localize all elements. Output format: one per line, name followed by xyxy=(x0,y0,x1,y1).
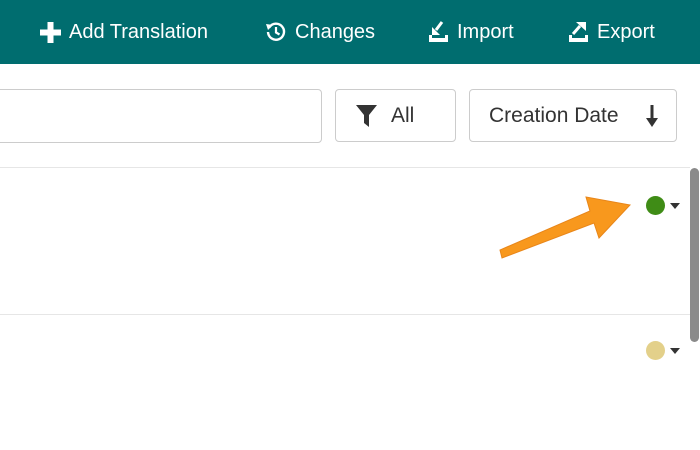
filter-icon xyxy=(356,104,377,127)
arrow-down-icon xyxy=(646,105,658,127)
caret-down-icon xyxy=(670,347,680,354)
top-toolbar: Add Translation Changes Import Export xyxy=(0,0,700,64)
status-dropdown[interactable] xyxy=(646,341,680,360)
changes-button[interactable]: Changes xyxy=(265,0,375,64)
export-icon xyxy=(569,22,588,42)
export-label: Export xyxy=(597,20,655,43)
sort-label: Creation Date xyxy=(489,103,619,127)
changes-label: Changes xyxy=(295,20,376,43)
status-dropdown[interactable] xyxy=(646,196,680,215)
add-translation-button[interactable]: Add Translation xyxy=(40,0,208,64)
status-dot-yellow xyxy=(646,341,665,360)
filter-dropdown[interactable]: All xyxy=(335,89,456,142)
import-icon xyxy=(429,21,448,42)
status-dot-green xyxy=(646,196,665,215)
add-translation-label: Add Translation xyxy=(69,20,208,43)
caret-down-icon xyxy=(670,202,680,209)
sort-dropdown[interactable]: Creation Date xyxy=(469,89,677,142)
filter-label: All xyxy=(391,103,415,127)
export-button[interactable]: Export xyxy=(568,0,655,64)
import-button[interactable]: Import xyxy=(428,0,514,64)
row-divider xyxy=(0,167,690,168)
row-divider xyxy=(0,314,690,315)
scrollbar-thumb[interactable] xyxy=(690,168,699,342)
search-input[interactable] xyxy=(0,89,322,143)
plus-icon xyxy=(40,21,61,43)
import-label: Import xyxy=(457,20,514,43)
annotation-arrow-icon xyxy=(499,196,631,259)
history-icon xyxy=(266,22,286,41)
